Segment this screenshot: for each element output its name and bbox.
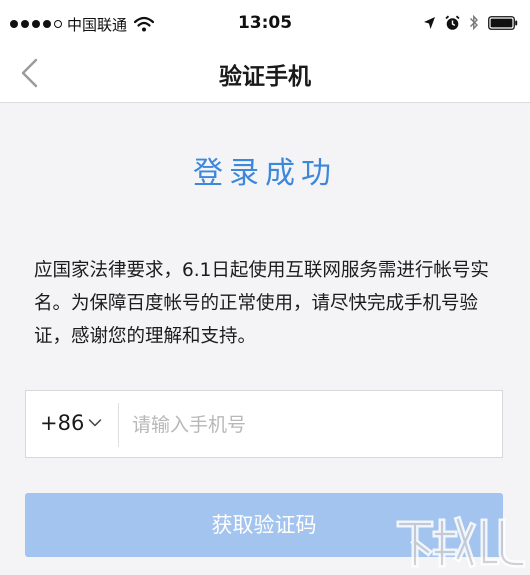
country-code-selector[interactable]: +86 <box>40 411 102 435</box>
alarm-icon <box>445 15 460 30</box>
country-code-label: +86 <box>40 411 85 435</box>
notice-text: 应国家法律要求，6.1日起使用互联网服务需进行帐号实名。为保障百度帐号的正常使用… <box>34 260 489 347</box>
watermark-logo <box>396 515 526 569</box>
status-bar: 中国联通 13:05 <box>0 0 530 44</box>
input-divider <box>118 403 119 447</box>
login-success-headline: 登录成功 <box>193 156 337 191</box>
phone-number-input[interactable] <box>130 403 494 447</box>
page-title: 验证手机 <box>219 64 311 90</box>
phone-input-box: +86 <box>25 390 503 458</box>
bluetooth-icon <box>470 14 478 31</box>
status-right <box>423 14 518 31</box>
location-arrow-icon <box>424 16 435 29</box>
chevron-down-icon <box>89 419 102 427</box>
nav-bar: 验证手机 <box>0 44 530 103</box>
battery-icon <box>488 15 518 30</box>
